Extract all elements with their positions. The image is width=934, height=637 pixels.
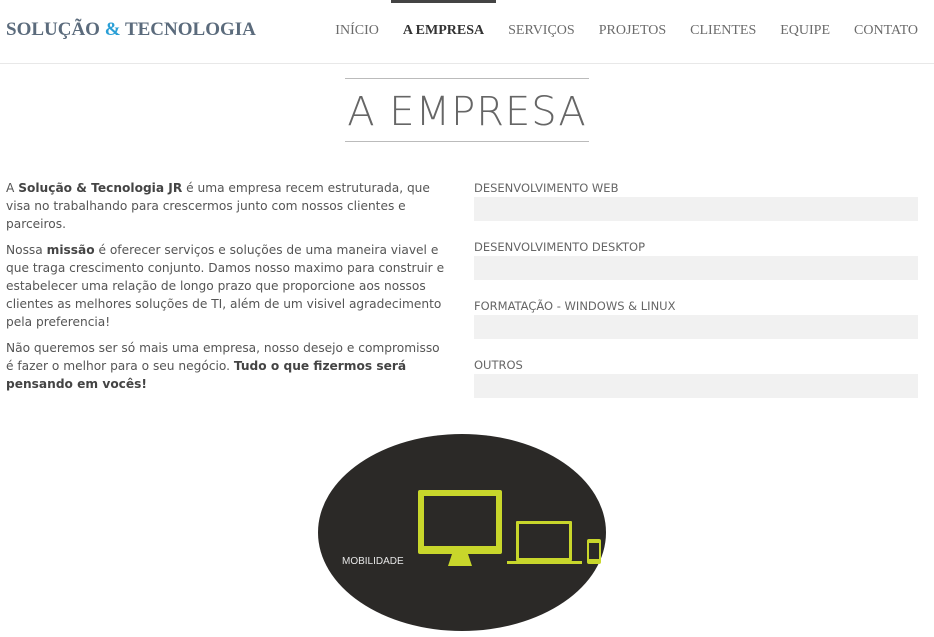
mobility-image: MOBILIDADE [318,434,606,631]
about-p2-strong: missão [46,243,95,257]
nav-item-contato[interactable]: CONTATO [854,0,918,64]
brand-logo[interactable]: SOLUÇÃO & TECNOLOGIA [6,19,256,41]
skill-bar [474,315,918,339]
skill-label: DESENVOLVIMENTO DESKTOP [474,240,646,254]
section-title-wrapper: A EMPRESA [0,78,934,142]
skill-item: OUTROS [474,357,918,398]
laptop-icon [507,521,582,564]
about-p1-strong: Solução & Tecnologia JR [18,181,183,195]
nav-item-projetos[interactable]: PROJETOS [599,0,666,64]
skill-item: DESENVOLVIMENTO WEB [474,180,918,221]
phone-icon [587,539,601,564]
brand-part2: TECNOLOGIA [120,19,256,40]
mobility-caption: MOBILIDADE [342,556,404,567]
skill-item: DESENVOLVIMENTO DESKTOP [474,239,918,280]
site-header: SOLUÇÃO & TECNOLOGIA INÍCIO A EMPRESA SE… [0,0,934,64]
nav-item-a-empresa[interactable]: A EMPRESA [390,0,497,64]
nav-item-clientes[interactable]: CLIENTES [690,0,756,64]
nav-item-servicos[interactable]: SERVIÇOS [508,0,575,64]
section-title: A EMPRESA [345,78,589,142]
skill-label: OUTROS [474,358,523,372]
skill-label: DESENVOLVIMENTO WEB [474,181,619,195]
about-text: A Solução & Tecnologia JR é uma empresa … [6,179,450,401]
skills-list: DESENVOLVIMENTO WEB DESENVOLVIMENTO DESK… [474,180,918,416]
skill-bar [474,197,918,221]
about-paragraph-2: Nossa missão é oferecer serviços e soluç… [6,241,450,331]
about-paragraph-3: Não queremos ser só mais uma empresa, no… [6,339,450,393]
about-paragraph-1: A Solução & Tecnologia JR é uma empresa … [6,179,450,233]
brand-part1: SOLUÇÃO [6,19,105,40]
skill-bar [474,256,918,280]
nav-item-inicio[interactable]: INÍCIO [335,0,379,64]
nav-item-equipe[interactable]: EQUIPE [780,0,830,64]
about-p2-pre: Nossa [6,243,47,257]
skill-label: FORMATAÇÃO - WINDOWS & LINUX [474,299,676,313]
skill-item: FORMATAÇÃO - WINDOWS & LINUX [474,298,918,339]
mobility-illustration: MOBILIDADE [318,434,606,631]
skill-bar [474,374,918,398]
main-nav: INÍCIO A EMPRESA SERVIÇOS PROJETOS CLIEN… [311,0,918,64]
about-p1-pre: A [6,181,19,195]
brand-ampersand: & [104,19,121,40]
